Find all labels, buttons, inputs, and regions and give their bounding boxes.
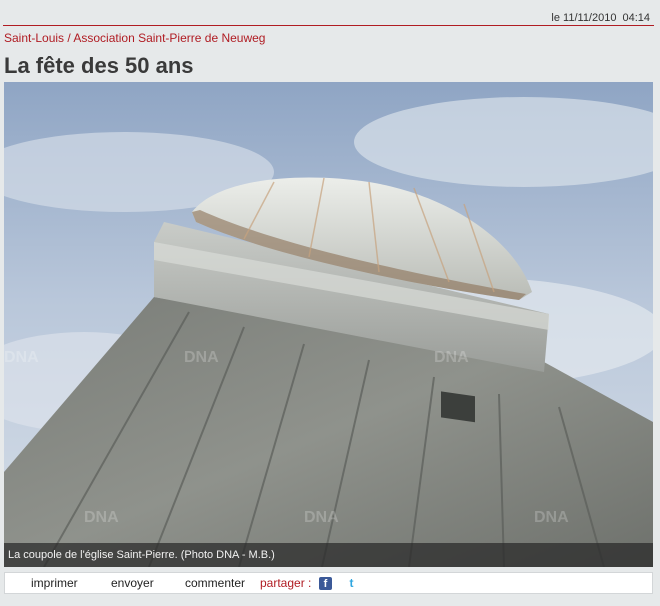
photo-caption: La coupole de l'église Saint-Pierre. (Ph… (4, 543, 653, 567)
photo-watermark: DNA (4, 349, 39, 366)
photo-watermark: DNA (434, 349, 469, 366)
photo-watermark: DNA (304, 509, 339, 526)
photo-watermark: DNA (84, 509, 119, 526)
share-label: partager : (260, 576, 312, 590)
twitter-icon[interactable]: t (345, 577, 358, 590)
comment-link[interactable]: commenter (185, 573, 245, 593)
date-bar: le 11/11/2010 04:14 (3, 10, 654, 26)
breadcrumb[interactable]: Saint-Louis / Association Saint-Pierre d… (4, 31, 265, 45)
article-page: le 11/11/2010 04:14 Saint-Louis / Associa… (0, 0, 660, 606)
article-toolbar: imprimer envoyer commenter partager : f … (4, 572, 653, 594)
print-link[interactable]: imprimer (31, 573, 78, 593)
photo-watermark: DNA (184, 349, 219, 366)
article-photo[interactable]: DNA DNA DNA DNA DNA DNA La coupole de l'… (4, 82, 653, 567)
article-date: le 11/11/2010 (551, 12, 617, 24)
send-link[interactable]: envoyer (111, 573, 154, 593)
photo-watermark: DNA (534, 509, 569, 526)
page-title: La fête des 50 ans (4, 53, 194, 78)
facebook-icon[interactable]: f (319, 577, 332, 590)
article-time: 04:14 (622, 12, 650, 24)
photo-image: DNA DNA DNA DNA DNA DNA (4, 82, 653, 567)
